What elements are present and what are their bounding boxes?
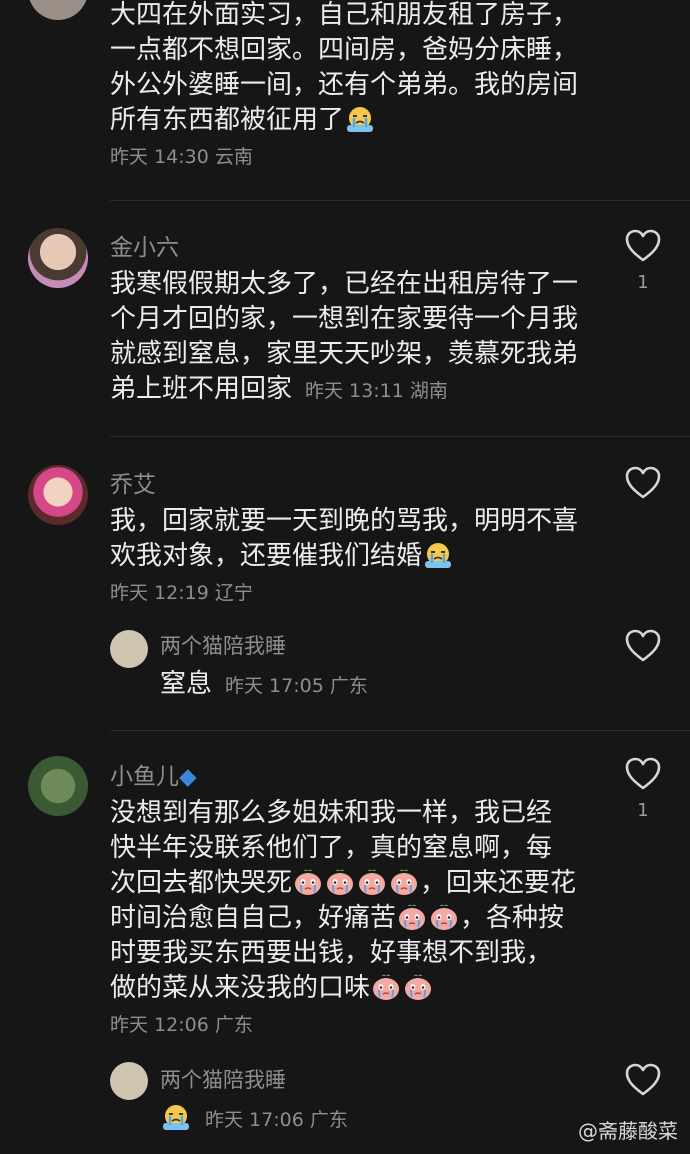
peach-cry-emoji (357, 868, 387, 896)
avatar[interactable] (28, 228, 88, 288)
heart-icon[interactable] (624, 1062, 662, 1098)
heart-icon[interactable] (624, 465, 662, 501)
like-count: 1 (637, 272, 649, 293)
peach-cry-emoji (403, 973, 433, 1001)
comment-text: 我，回家就要一天到晚的骂我，明明不喜欢我对象，还要催我们结婚 昨天 12:19 … (110, 506, 579, 604)
heart-icon[interactable] (624, 228, 662, 264)
divider (110, 436, 690, 437)
peach-cry-emoji (325, 868, 355, 896)
heart-icon[interactable] (624, 756, 662, 792)
reply-username[interactable]: 两个猫陪我睡 (160, 1064, 286, 1094)
comment-meta: 昨天 12:06 广东 (110, 1014, 253, 1036)
watermark: @斋藤酸菜 (578, 1119, 678, 1143)
comment-text: 没想到有那么多姐妹和我一样，我已经 快半年没联系他们了，真的窒息啊，每 次回去都… (110, 798, 577, 1036)
peach-cry-emoji (397, 903, 427, 931)
username[interactable]: 金小六 (110, 228, 179, 262)
comment-meta: 昨天 12:19 辽宁 (110, 582, 253, 604)
comment-text: 我寒假假期太多了，已经在出租房待了一个月才回的家，一想到在家要待一个月我就感到窒… (110, 269, 579, 404)
peach-cry-emoji (429, 903, 459, 931)
peach-cry-emoji (293, 868, 323, 896)
comment-meta: 昨天 14:30 云南 (110, 146, 253, 168)
avatar[interactable] (28, 0, 88, 20)
peach-cry-emoji (371, 973, 401, 1001)
like-count: 1 (637, 800, 649, 821)
divider (110, 200, 690, 201)
reply-username[interactable]: 两个猫陪我睡 (160, 630, 286, 660)
reply-text: 昨天 17:06 广东 (160, 1101, 580, 1138)
username[interactable]: 小鱼儿◆ (110, 757, 197, 791)
reply-avatar[interactable] (110, 1062, 148, 1100)
reply-meta: 昨天 17:06 广东 (205, 1109, 348, 1131)
heart-icon[interactable] (624, 628, 662, 664)
fish-icon: ◆ (179, 764, 197, 790)
comment-meta: 昨天 13:11 湖南 (305, 380, 448, 402)
peach-cry-emoji (389, 868, 419, 896)
avatar[interactable] (28, 465, 88, 525)
reply-meta: 昨天 17:05 广东 (225, 675, 368, 697)
divider (110, 730, 690, 731)
reply-avatar[interactable] (110, 630, 148, 668)
avatar[interactable] (28, 756, 88, 816)
cry-emoji (345, 105, 375, 133)
reply-text: 窒息 昨天 17:05 广东 (160, 669, 368, 699)
sob-emoji (423, 541, 453, 569)
comment-text: 大四在外面实习，自己和朋友租了房子，一点都不想回家。四间房，爸妈分床睡，外公外婆… (110, 0, 579, 168)
username[interactable]: 乔艾 (110, 465, 156, 499)
cry-emoji (161, 1103, 191, 1131)
